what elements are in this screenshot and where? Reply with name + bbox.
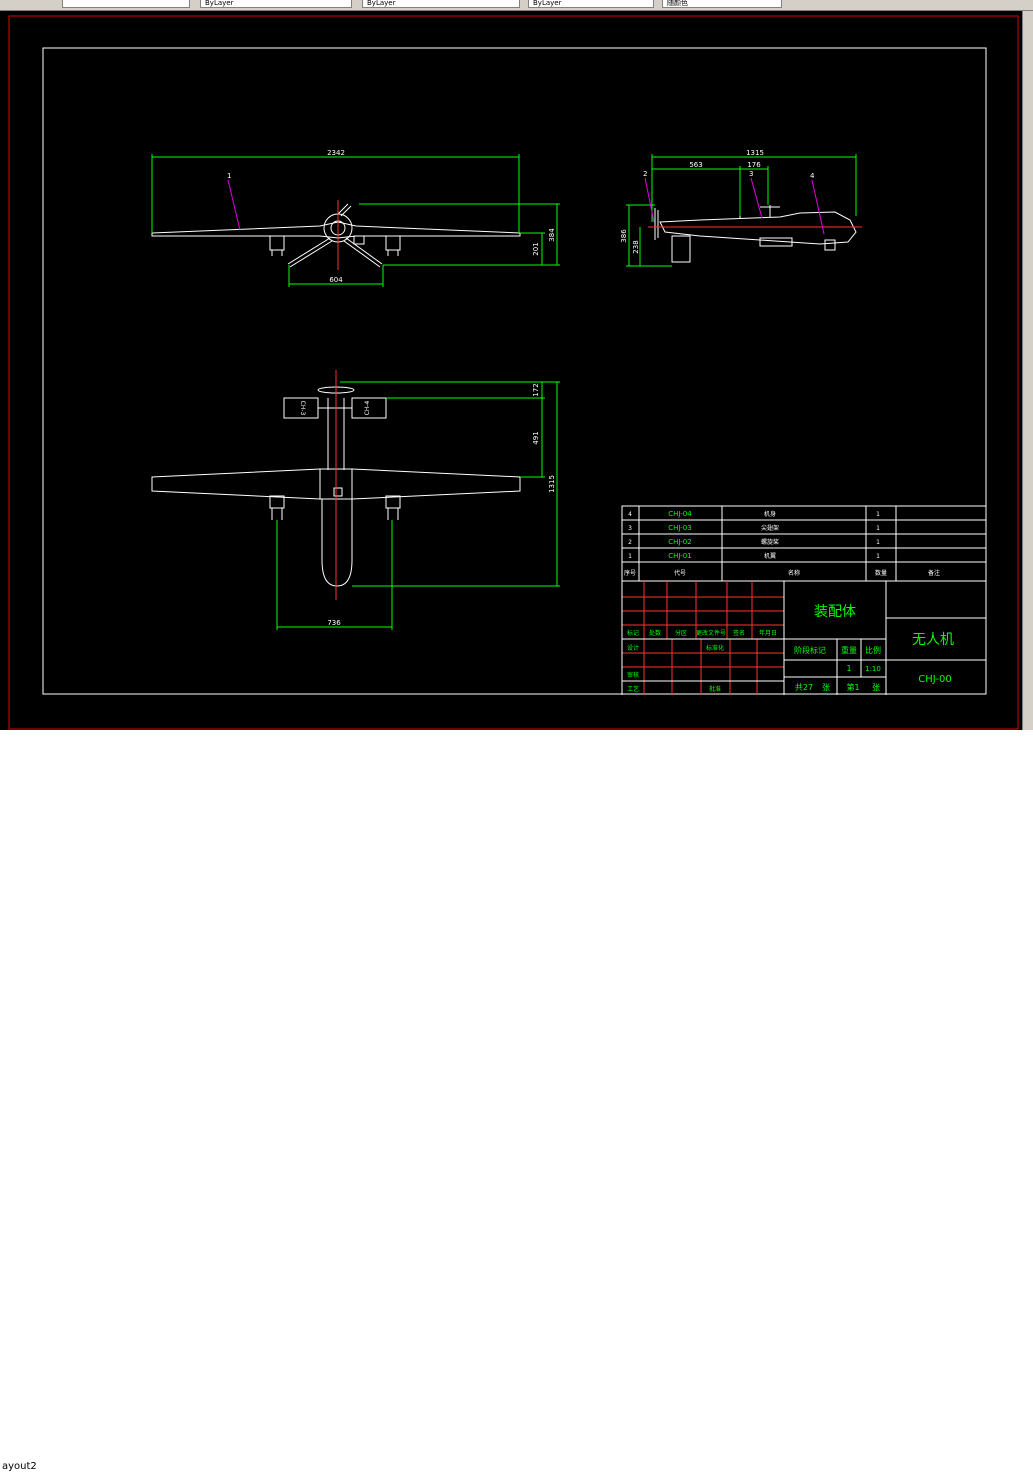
toolbar-color-combo[interactable]: ByLayer bbox=[200, 0, 352, 8]
toolbar-layer-combo[interactable] bbox=[62, 0, 190, 8]
layout-tab[interactable]: ayout2 bbox=[2, 1462, 37, 1472]
toolbar-lineweight-combo[interactable]: ByLayer bbox=[528, 0, 654, 8]
toolbar-linetype-combo[interactable]: ByLayer bbox=[362, 0, 520, 8]
toolbar: ByLayer ByLayer ByLayer 随颜色 bbox=[0, 0, 1033, 11]
vertical-scrollbar[interactable] bbox=[1022, 11, 1033, 730]
drawing-canvas[interactable] bbox=[0, 11, 1022, 730]
layout-tab-bar: ayout2 bbox=[0, 730, 1033, 1472]
toolbar-plotstyle-combo[interactable]: 随颜色 bbox=[662, 0, 782, 8]
